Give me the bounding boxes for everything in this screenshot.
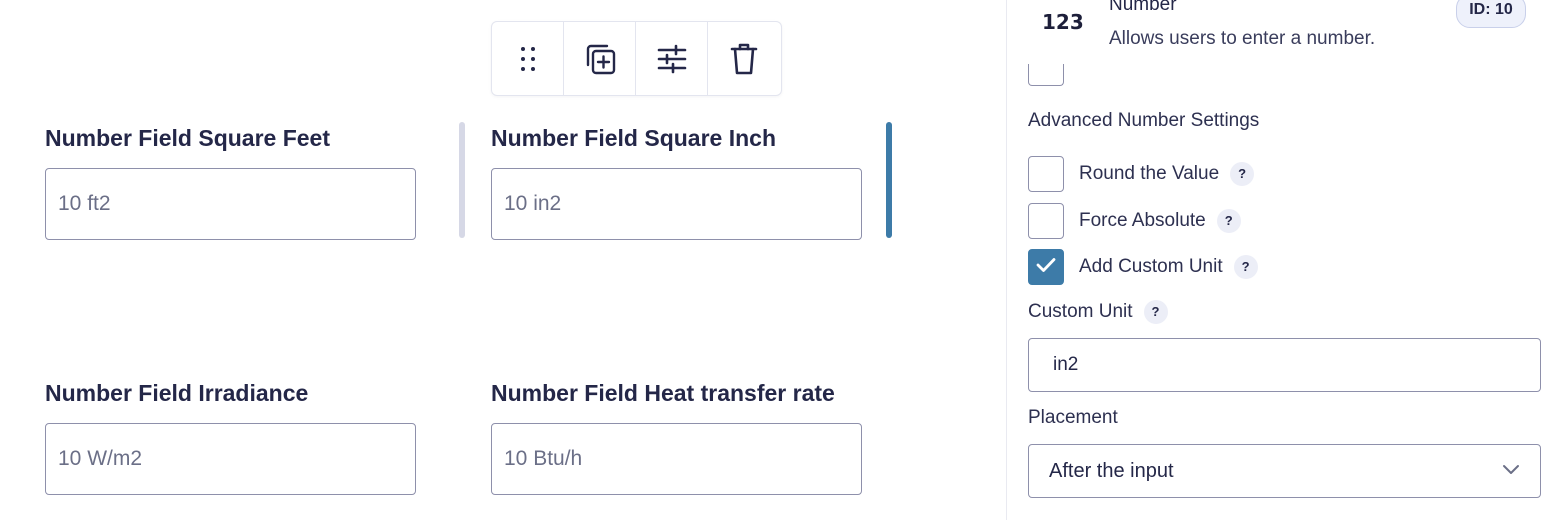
field-input[interactable] xyxy=(45,423,416,495)
partial-checkbox[interactable] xyxy=(1028,64,1064,86)
field-label: Number Field Irradiance xyxy=(45,380,309,406)
field-id-badge: ID: 10 xyxy=(1456,0,1526,28)
duplicate-button[interactable] xyxy=(564,22,636,95)
field-settings-button[interactable] xyxy=(636,22,708,95)
round-value-checkbox[interactable] xyxy=(1028,156,1064,192)
field-label: Number Field Square Feet xyxy=(45,125,331,151)
option-label: Round the Value xyxy=(1079,163,1220,184)
settings-sliders-icon xyxy=(656,44,688,74)
drop-indicator-inactive xyxy=(459,122,465,238)
placement-label: Placement xyxy=(1028,407,1118,428)
force-absolute-checkbox[interactable] xyxy=(1028,203,1064,239)
number-type-icon: 123 xyxy=(1042,10,1084,34)
placement-selected-value: After the input xyxy=(1049,459,1174,482)
field-square-feet: Number Field Square Feet xyxy=(45,122,416,240)
field-label: Number Field Square Inch xyxy=(491,125,776,151)
field-toolbar xyxy=(491,21,782,96)
placement-label-row: Placement xyxy=(1028,407,1118,429)
custom-unit-input[interactable] xyxy=(1028,338,1541,392)
option-force-absolute: Force Absolute ? xyxy=(1028,203,1241,239)
field-type-name: Number xyxy=(1109,0,1177,15)
help-icon[interactable]: ? xyxy=(1233,255,1258,279)
drop-indicator-active xyxy=(886,122,892,238)
checkmark-icon xyxy=(1036,257,1056,278)
field-type-description: Allows users to enter a number. xyxy=(1109,28,1376,49)
duplicate-icon xyxy=(582,41,618,77)
field-input[interactable] xyxy=(491,168,862,240)
delete-button[interactable] xyxy=(708,22,780,95)
placement-select[interactable]: After the input xyxy=(1028,444,1541,498)
field-label: Number Field Heat transfer rate xyxy=(491,380,835,406)
field-square-inch[interactable]: Number Field Square Inch xyxy=(491,122,862,240)
drag-handle-icon xyxy=(518,44,538,74)
chevron-down-icon xyxy=(1502,462,1520,480)
drag-handle-button[interactable] xyxy=(492,22,564,95)
custom-unit-label: Custom Unit xyxy=(1028,301,1133,322)
trash-icon xyxy=(729,42,759,76)
option-add-custom-unit: Add Custom Unit ? xyxy=(1028,249,1258,285)
field-input[interactable] xyxy=(45,168,416,240)
form-canvas: Number Field Square Feet Number Field Sq… xyxy=(0,0,1006,520)
field-irradiance: Number Field Irradiance xyxy=(45,377,416,495)
help-icon[interactable]: ? xyxy=(1230,162,1255,186)
custom-unit-label-row: Custom Unit ? xyxy=(1028,300,1168,324)
add-custom-unit-checkbox[interactable] xyxy=(1028,249,1064,285)
field-heat-transfer-rate: Number Field Heat transfer rate xyxy=(491,377,862,495)
help-icon[interactable]: ? xyxy=(1143,300,1168,324)
field-input[interactable] xyxy=(491,423,862,495)
option-round-value: Round the Value ? xyxy=(1028,156,1255,192)
option-label: Add Custom Unit xyxy=(1079,256,1223,277)
help-icon[interactable]: ? xyxy=(1216,209,1241,233)
option-label: Force Absolute xyxy=(1079,210,1206,231)
advanced-settings-title: Advanced Number Settings xyxy=(1028,110,1260,131)
